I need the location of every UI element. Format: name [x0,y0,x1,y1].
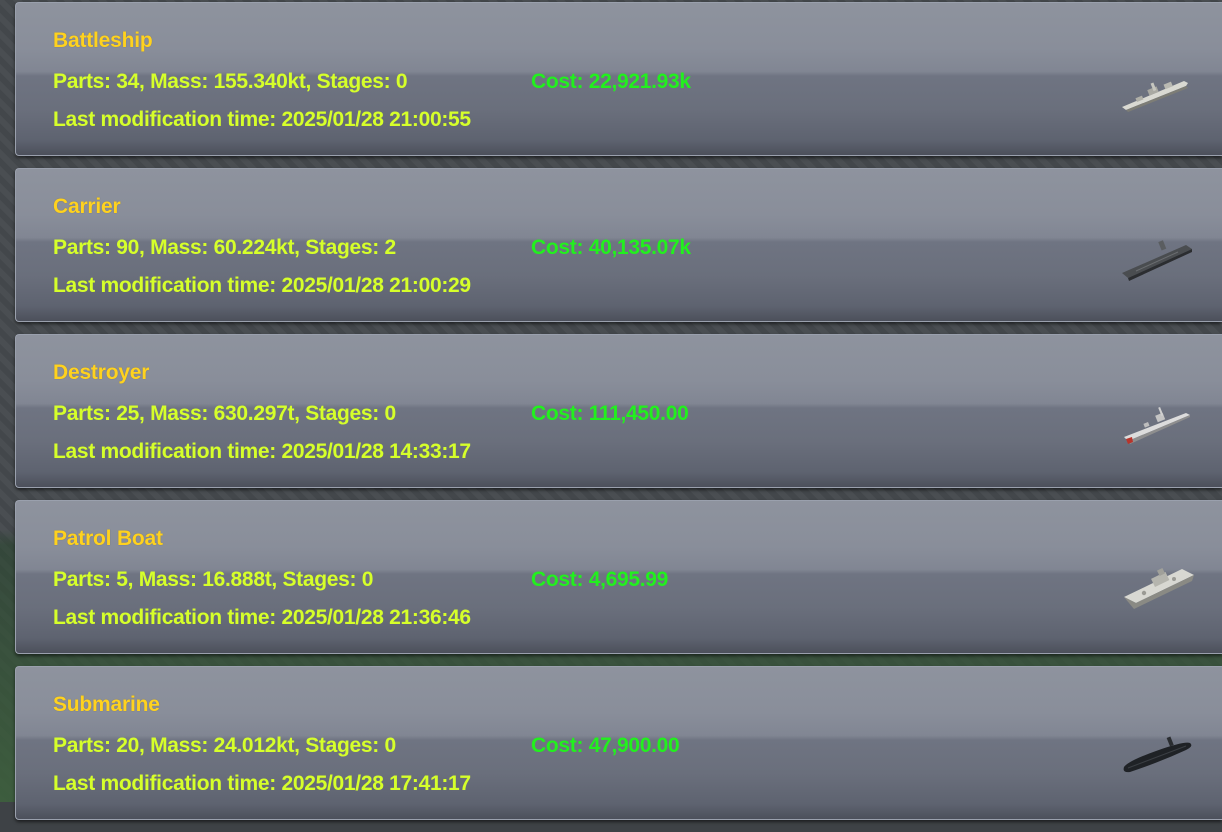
craft-name: Patrol Boat [53,527,163,550]
craft-name: Destroyer [53,361,150,384]
craft-item-patrol-boat[interactable]: Patrol Boat Parts: 5, Mass: 16.888t, Sta… [15,500,1222,654]
carrier-icon [1122,240,1192,281]
craft-name: Submarine [53,693,160,716]
craft-modified-time: Last modification time: 2025/01/28 21:00… [53,108,471,131]
craft-cost: Cost: 4,695.99 [531,568,669,591]
craft-stats: Parts: 90, Mass: 60.224kt, Stages: 2 [53,236,396,259]
destroyer-icon [1124,406,1190,444]
craft-stats: Parts: 20, Mass: 24.012kt, Stages: 0 [53,734,396,757]
craft-modified-time: Last modification time: 2025/01/28 14:33… [53,440,471,463]
craft-cost: Cost: 47,900.00 [531,734,680,757]
craft-stats: Parts: 25, Mass: 630.297t, Stages: 0 [53,402,396,425]
craft-cost: Cost: 40,135.07k [531,236,691,259]
patrol-boat-icon [1124,567,1194,609]
craft-item-submarine[interactable]: Submarine Parts: 20, Mass: 24.012kt, Sta… [15,666,1222,820]
craft-item-destroyer[interactable]: Destroyer Parts: 25, Mass: 630.297t, Sta… [15,334,1222,488]
craft-item-carrier[interactable]: Carrier Parts: 90, Mass: 60.224kt, Stage… [15,168,1222,322]
submarine-icon [1123,736,1192,773]
craft-modified-time: Last modification time: 2025/01/28 17:41… [53,772,471,795]
craft-item-battleship[interactable]: Battleship Parts: 34, Mass: 155.340kt, S… [15,2,1222,156]
craft-modified-time: Last modification time: 2025/01/28 21:00… [53,274,471,297]
craft-name: Carrier [53,195,121,218]
craft-stats: Parts: 34, Mass: 155.340kt, Stages: 0 [53,70,408,93]
battleship-icon [1122,81,1188,112]
craft-name: Battleship [53,29,153,52]
craft-cost: Cost: 111,450.00 [531,402,689,425]
craft-modified-time: Last modification time: 2025/01/28 21:36… [53,606,471,629]
craft-list: Battleship Parts: 34, Mass: 155.340kt, S… [15,2,1222,832]
craft-stats: Parts: 5, Mass: 16.888t, Stages: 0 [53,568,374,591]
craft-cost: Cost: 22,921.93k [531,70,691,93]
